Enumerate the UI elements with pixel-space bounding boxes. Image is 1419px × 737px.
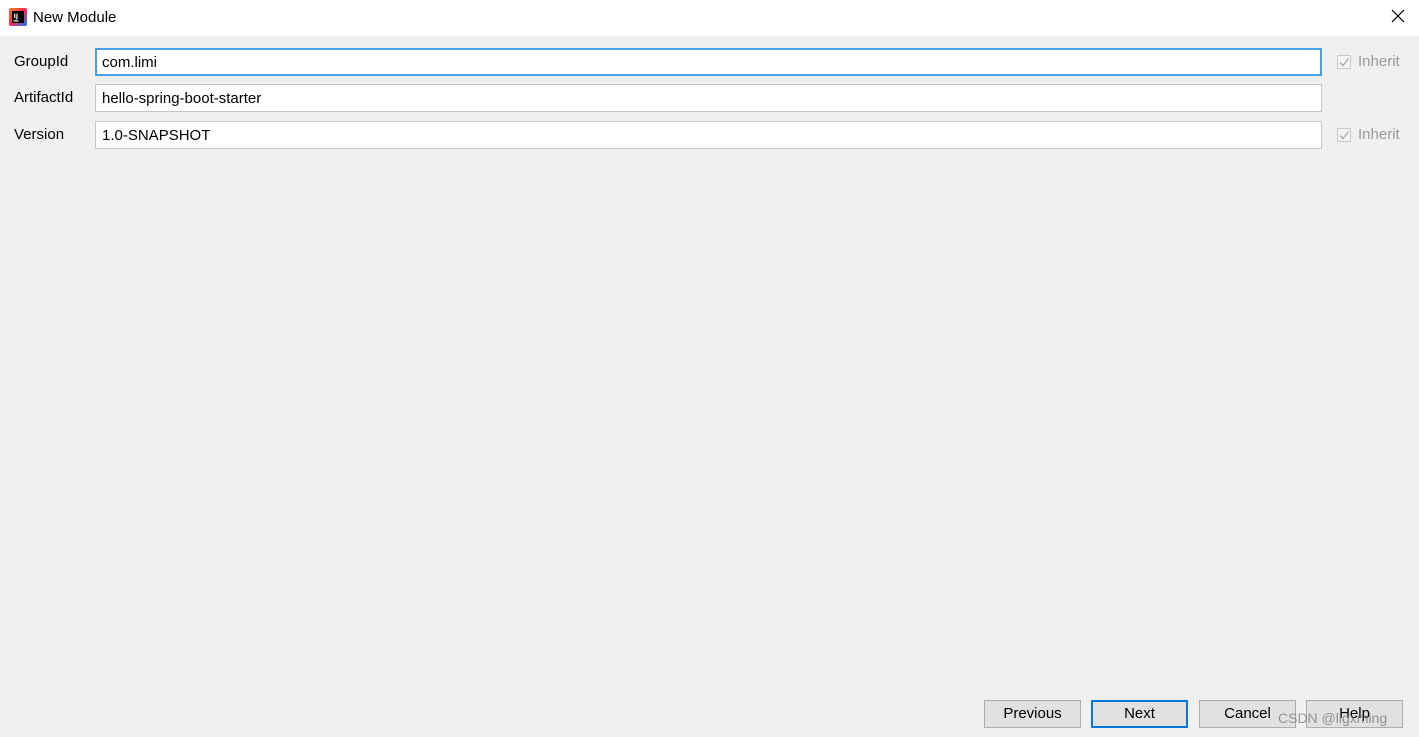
intellij-idea-icon: IJ: [9, 8, 27, 26]
artifact-id-input[interactable]: [95, 84, 1322, 112]
window-title: New Module: [33, 9, 117, 26]
checkbox-checked-icon: [1337, 55, 1351, 69]
artifact-id-label: ArtifactId: [14, 89, 74, 106]
group-id-inherit-checkbox[interactable]: Inherit: [1337, 53, 1400, 71]
version-inherit-checkbox[interactable]: Inherit: [1337, 126, 1400, 144]
title-bar: IJ New Module: [0, 0, 1419, 36]
group-id-inherit-label: Inherit: [1358, 53, 1400, 70]
checkbox-checked-icon: [1337, 128, 1351, 142]
version-inherit-label: Inherit: [1358, 126, 1400, 143]
previous-button[interactable]: Previous: [984, 700, 1081, 728]
next-button[interactable]: Next: [1091, 700, 1188, 728]
svg-text:IJ: IJ: [14, 13, 18, 20]
group-id-label: GroupId: [14, 53, 69, 70]
group-id-row: GroupId Inherit: [0, 48, 1419, 76]
version-row: Version Inherit: [0, 121, 1419, 149]
artifact-id-row: ArtifactId: [0, 84, 1419, 112]
watermark: CSDN @ligxming: [1278, 710, 1388, 726]
version-input[interactable]: [95, 121, 1322, 149]
close-button[interactable]: [1380, 3, 1416, 33]
close-icon: [1391, 9, 1405, 28]
version-label: Version: [14, 126, 65, 143]
group-id-input[interactable]: [95, 48, 1322, 76]
